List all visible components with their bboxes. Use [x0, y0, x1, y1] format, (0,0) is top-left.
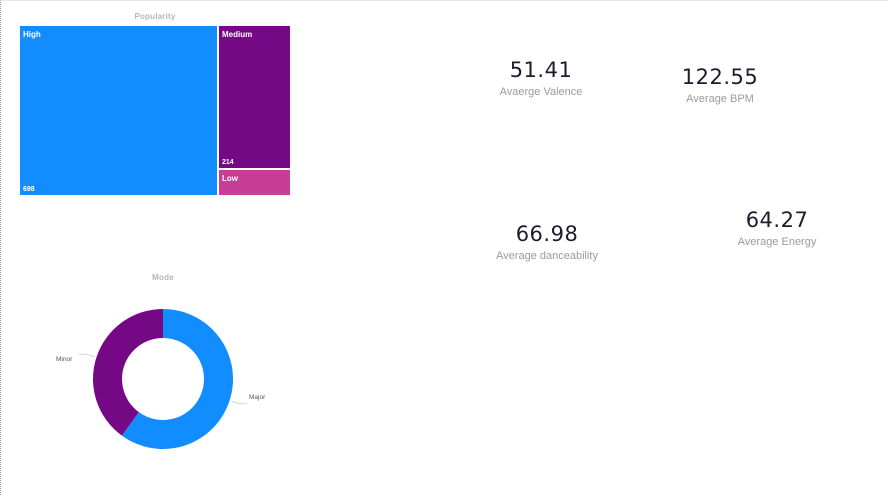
card-label: Average danceability: [496, 250, 598, 262]
tile-label: Medium: [222, 30, 253, 39]
card-label: Avaerge Valence: [499, 86, 583, 98]
treemap-tile-high[interactable]: High 698: [19, 25, 218, 196]
card-average-valence[interactable]: 51.41 Avaerge Valence: [481, 58, 601, 98]
card-value: 66.98: [515, 222, 579, 246]
card-average-energy[interactable]: 64.27 Average Energy: [717, 208, 837, 248]
donut-label-major: Major: [249, 394, 266, 401]
treemap-tile-low[interactable]: Low: [218, 169, 291, 196]
donut-title: Mode: [152, 273, 174, 282]
donut-slice-major[interactable]: [121, 309, 233, 449]
tile-value: 214: [222, 159, 234, 166]
card-label: Average BPM: [686, 93, 754, 105]
treemap-title: Popularity: [134, 12, 176, 21]
card-average-danceability[interactable]: 66.98 Average danceability: [477, 222, 617, 262]
card-label: Average Energy: [737, 236, 817, 248]
card-average-bpm[interactable]: 122.55 Average BPM: [660, 65, 780, 105]
donut-slice-minor[interactable]: [92, 309, 163, 436]
card-value: 64.27: [745, 208, 809, 232]
card-value: 122.55: [681, 65, 759, 89]
treemap-tile-medium[interactable]: Medium 214: [218, 25, 291, 169]
report-canvas: Popularity High 698 Medium 214 Low 51.41…: [0, 0, 888, 495]
tile-label: Low: [222, 174, 238, 183]
donut-label-minor: Minor: [56, 356, 73, 363]
donut-leader-line: [78, 353, 95, 358]
tile-value: 698: [23, 186, 35, 193]
tile-label: High: [23, 30, 41, 39]
card-value: 51.41: [509, 58, 573, 82]
donut-leader-line: [231, 400, 248, 405]
popularity-treemap[interactable]: High 698 Medium 214 Low: [19, 25, 291, 196]
